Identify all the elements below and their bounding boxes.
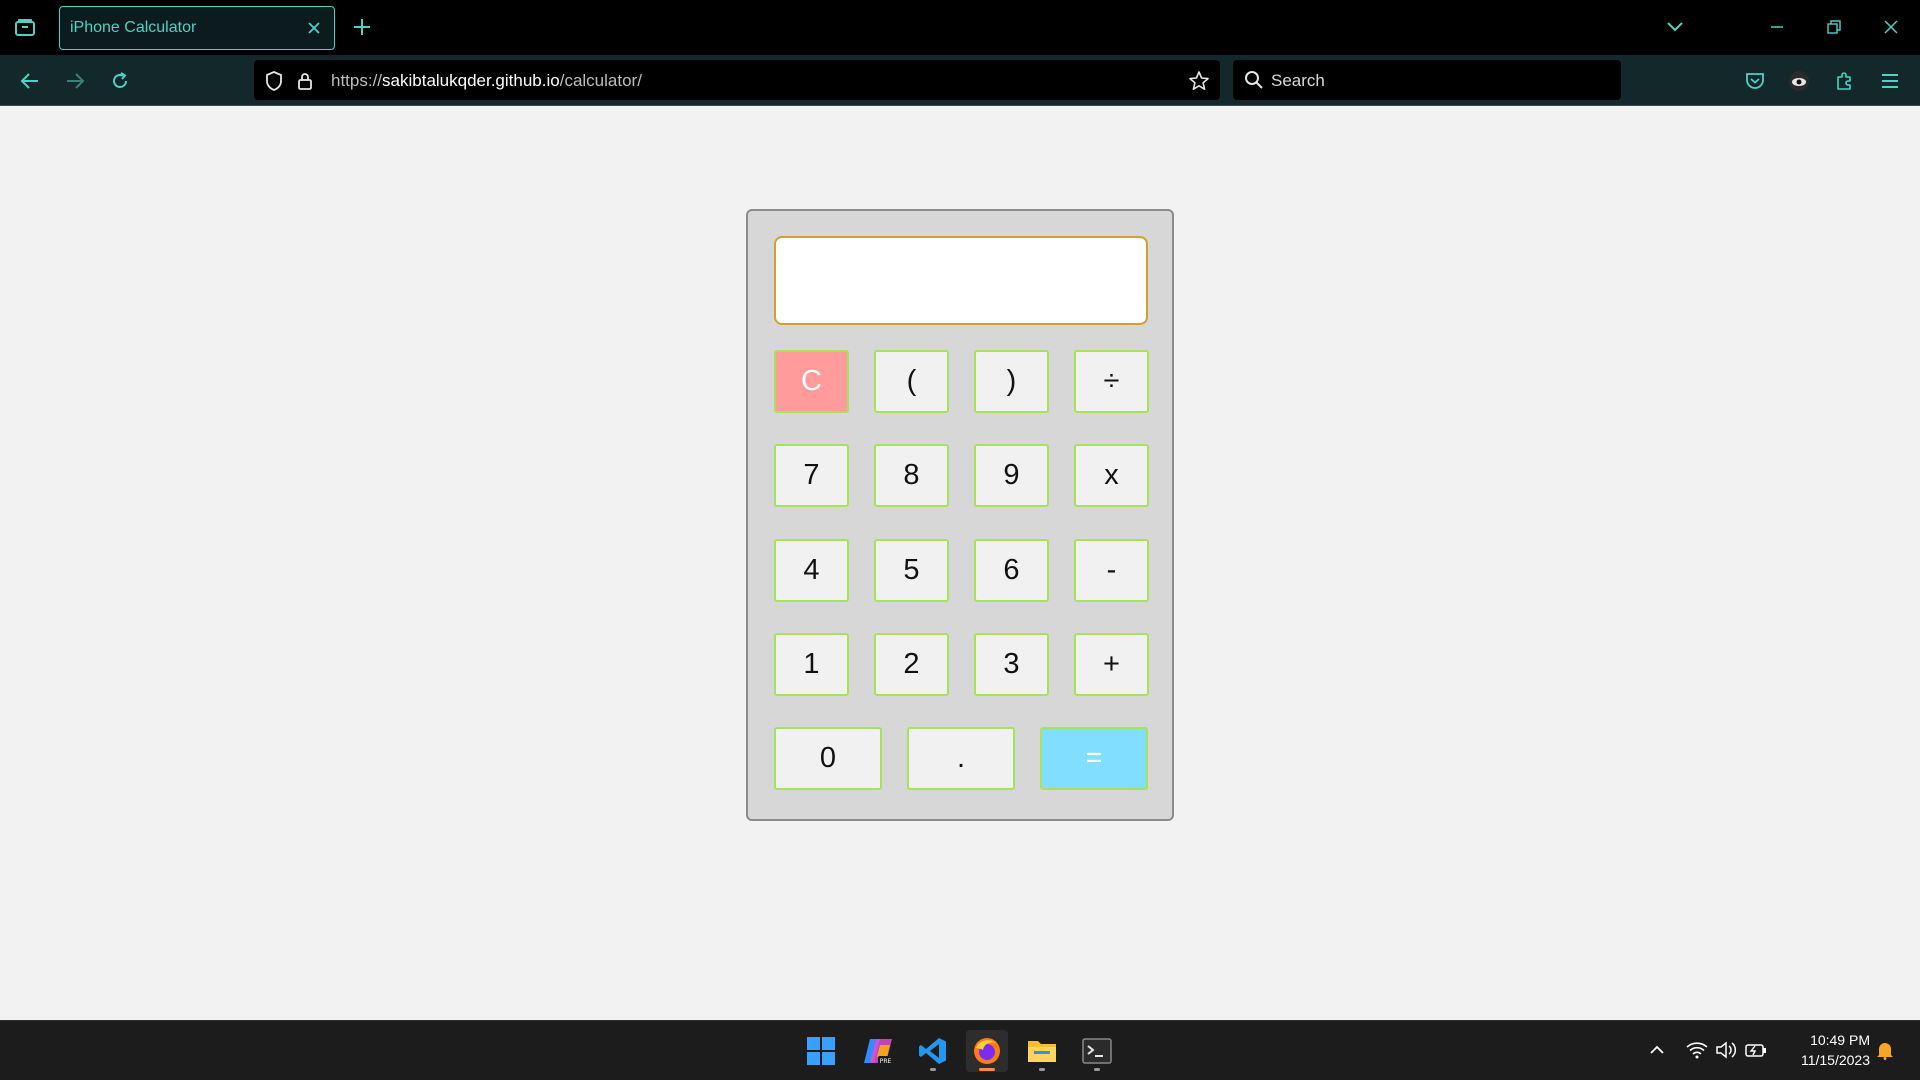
start-icon[interactable] [800, 1030, 842, 1072]
clock-time: 10:49 PM [1810, 1032, 1870, 1048]
file-explorer-icon[interactable] [1021, 1030, 1063, 1072]
divide-button[interactable]: ÷ [1074, 350, 1149, 413]
address-bar[interactable]: https://sakibtalukqder.github.io/calcula… [254, 60, 1220, 100]
notification-bell-icon[interactable] [1873, 1038, 1897, 1062]
battery-charging-icon[interactable] [1744, 1038, 1768, 1062]
volume-icon[interactable] [1714, 1038, 1738, 1062]
browser-nav-bar: https://sakibtalukqder.github.io/calcula… [0, 55, 1920, 106]
terminal-running-indicator [1094, 1068, 1100, 1071]
hamburger-menu-icon[interactable] [1875, 66, 1905, 96]
search-bar[interactable]: Search [1233, 60, 1621, 100]
minimize-window-icon[interactable] [1762, 13, 1792, 41]
digit-2-button[interactable]: 2 [874, 633, 949, 696]
digit-9-button[interactable]: 9 [974, 444, 1049, 507]
lock-icon[interactable] [293, 69, 317, 93]
close-tab-icon[interactable] [304, 18, 324, 38]
url-text[interactable]: https://sakibtalukqder.github.io/calcula… [331, 71, 642, 91]
open-paren-button[interactable]: ( [874, 350, 949, 413]
digit-1-button[interactable]: 1 [774, 633, 849, 696]
clear-button[interactable]: C [774, 350, 849, 413]
copilot-pre-icon[interactable]: PRE [857, 1030, 899, 1072]
tab-title: iPhone Calculator [70, 19, 197, 36]
back-arrow-icon[interactable] [15, 66, 45, 96]
restore-window-icon[interactable] [1819, 13, 1849, 41]
digit-5-button[interactable]: 5 [874, 539, 949, 602]
tab-manager-icon[interactable] [10, 14, 40, 42]
calculator-display[interactable] [774, 236, 1148, 325]
browser-tab-active[interactable]: iPhone Calculator [59, 6, 335, 50]
digit-7-button[interactable]: 7 [774, 444, 849, 507]
url-path: /calculator/ [559, 71, 642, 90]
add-button[interactable]: + [1074, 633, 1149, 696]
digit-8-button[interactable]: 8 [874, 444, 949, 507]
wifi-icon[interactable] [1685, 1038, 1709, 1062]
show-hidden-icons-chevron-icon[interactable] [1645, 1038, 1669, 1062]
subtract-button[interactable]: - [1074, 539, 1149, 602]
vscode-icon[interactable] [912, 1030, 954, 1072]
digit-0-button[interactable]: 0 [774, 727, 882, 790]
digit-3-button[interactable]: 3 [974, 633, 1049, 696]
vscode-running-indicator [930, 1068, 936, 1071]
new-tab-plus-icon[interactable] [348, 13, 376, 41]
forward-arrow-icon[interactable] [60, 66, 90, 96]
url-host: sakibtalukqder.github.io [382, 71, 560, 90]
firefox-active-indicator [979, 1068, 995, 1071]
pocket-icon[interactable] [1740, 66, 1770, 96]
bookmark-star-icon[interactable] [1187, 69, 1211, 93]
tracking-shield-icon[interactable] [262, 69, 286, 93]
terminal-icon[interactable] [1076, 1030, 1118, 1072]
reload-icon[interactable] [105, 66, 135, 96]
close-paren-button[interactable]: ) [974, 350, 1049, 413]
list-all-tabs-chevron-icon[interactable] [1660, 13, 1690, 41]
calculator-body: C ( ) ÷ 7 8 9 x 4 5 6 - 1 2 3 + 0 . = [746, 209, 1174, 821]
decimal-point-button[interactable]: . [907, 727, 1015, 790]
browser-tab-bar: iPhone Calculator [0, 0, 1920, 55]
svg-text:PRE: PRE [880, 1058, 892, 1065]
search-placeholder: Search [1271, 71, 1325, 90]
url-scheme: https:// [331, 71, 383, 90]
firefox-icon[interactable] [966, 1030, 1008, 1072]
close-window-icon[interactable] [1876, 13, 1906, 41]
taskbar: PRE 10:49 PM 11/15/2023 [0, 1020, 1920, 1080]
explorer-running-indicator [1039, 1068, 1045, 1071]
multiply-button[interactable]: x [1074, 444, 1149, 507]
clock[interactable]: 10:49 PM 11/15/2023 [1780, 1030, 1870, 1070]
extensions-puzzle-icon[interactable] [1830, 66, 1860, 96]
digit-6-button[interactable]: 6 [974, 539, 1049, 602]
search-icon [1243, 69, 1265, 91]
clock-date: 11/15/2023 [1800, 1052, 1870, 1068]
equals-button[interactable]: = [1040, 727, 1148, 790]
account-avatar-icon[interactable] [1784, 66, 1814, 96]
digit-4-button[interactable]: 4 [774, 539, 849, 602]
